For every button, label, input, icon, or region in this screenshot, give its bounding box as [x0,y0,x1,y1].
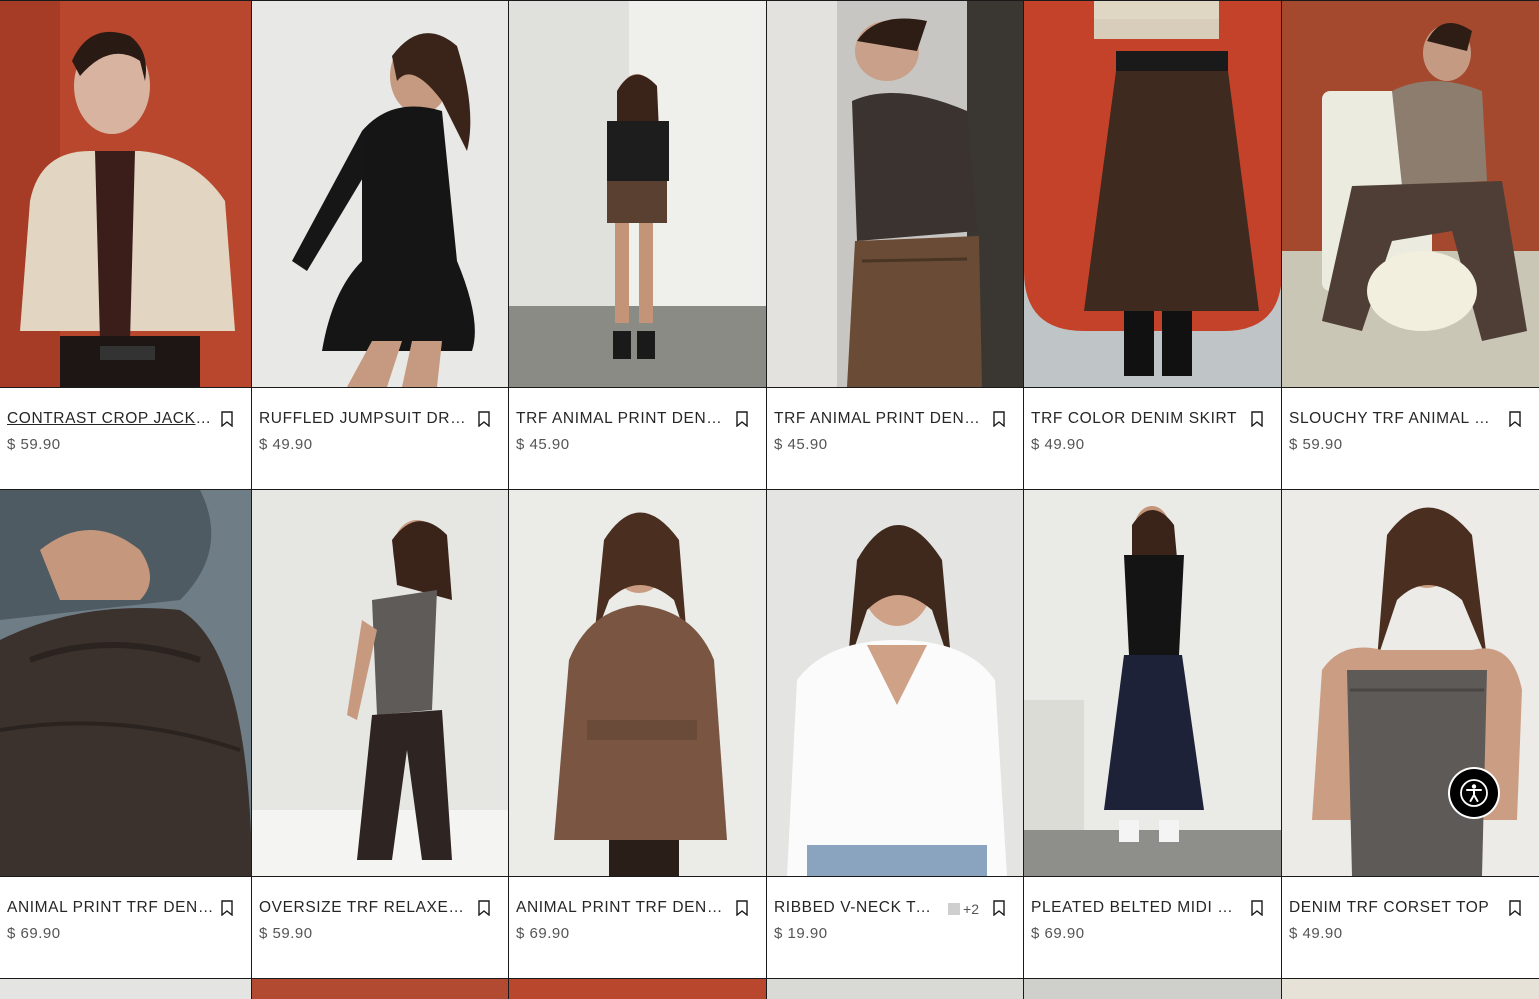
product-price: $ 49.90 [1289,925,1343,942]
bookmark-icon[interactable] [1251,900,1263,916]
product-card[interactable]: TRF ANIMAL PRINT DENIM SKIRT $ 45.90 [767,1,1024,490]
product-image[interactable] [252,490,508,876]
product-price: $ 69.90 [516,925,570,942]
bookmark-icon[interactable] [993,900,1005,916]
product-card[interactable]: CONTRAST CROP JACKET $ 59.90 [0,1,252,490]
product-image[interactable] [767,979,1024,999]
product-card[interactable]: DENIM TRF CORSET TOP $ 49.90 [1282,490,1539,979]
product-price: $ 69.90 [7,925,61,942]
more-colors-count: +2 [963,901,979,917]
product-image[interactable] [1282,490,1539,876]
product-image[interactable] [0,490,251,876]
product-name[interactable]: ANIMAL PRINT TRF DENIM JACKET [516,899,724,917]
product-image[interactable] [0,1,251,387]
product-image[interactable] [1024,490,1281,876]
product-card[interactable]: OVERSIZE TRF RELAXED JEANS $ 59.90 [252,490,509,979]
product-image[interactable] [252,979,509,999]
product-image[interactable] [509,979,767,999]
color-swatches[interactable]: +2 [948,901,979,917]
product-name[interactable]: OVERSIZE TRF RELAXED JEANS [259,899,467,917]
product-name[interactable]: TRF COLOR DENIM SKIRT [1031,410,1239,428]
product-image[interactable] [767,1,1023,387]
color-swatch[interactable] [948,903,961,915]
product-image[interactable] [509,490,766,876]
product-price: $ 45.90 [774,436,828,453]
bookmark-icon[interactable] [1251,411,1263,427]
product-price: $ 69.90 [1031,925,1085,942]
product-card[interactable]: ANIMAL PRINT TRF DENIM JACKET $ 69.90 [0,490,252,979]
product-price: $ 49.90 [259,436,313,453]
product-image[interactable] [1282,979,1539,999]
product-card[interactable]: PLEATED BELTED MIDI SKIRT $ 69.90 [1024,490,1282,979]
product-name[interactable]: SLOUCHY TRF ANIMAL PRINT JEANS [1289,410,1497,428]
product-card[interactable]: TRF ANIMAL PRINT DENIM TOP $ 45.90 [509,1,767,490]
product-name[interactable]: ANIMAL PRINT TRF DENIM JACKET [7,899,215,917]
product-image[interactable] [0,979,252,999]
product-name[interactable]: RUFFLED JUMPSUIT DRESS [259,410,467,428]
product-card[interactable]: SLOUCHY TRF ANIMAL PRINT JEANS $ 59.90 [1282,1,1539,490]
bookmark-icon[interactable] [478,900,490,916]
product-name[interactable]: TRF ANIMAL PRINT DENIM SKIRT [774,410,982,428]
bookmark-icon[interactable] [736,900,748,916]
product-name[interactable]: DENIM TRF CORSET TOP [1289,899,1497,917]
product-image[interactable] [1024,979,1282,999]
bookmark-icon[interactable] [1509,900,1521,916]
bookmark-icon[interactable] [478,411,490,427]
bookmark-icon[interactable] [1509,411,1521,427]
product-price: $ 59.90 [259,925,313,942]
product-card[interactable]: RIBBED V-NECK T-SHIRT $ 19.90 +2 [767,490,1024,979]
product-card[interactable]: RUFFLED JUMPSUIT DRESS $ 49.90 [252,1,509,490]
product-image[interactable] [252,1,508,387]
product-image[interactable] [509,1,766,387]
bookmark-icon[interactable] [221,900,233,916]
product-name[interactable]: RIBBED V-NECK T-SHIRT [774,899,936,917]
product-image[interactable] [1282,1,1539,387]
product-price: $ 49.90 [1031,436,1085,453]
bookmark-icon[interactable] [993,411,1005,427]
product-name[interactable]: CONTRAST CROP JACKET [7,410,215,428]
product-price: $ 19.90 [774,925,828,942]
product-card[interactable]: TRF COLOR DENIM SKIRT $ 49.90 [1024,1,1282,490]
product-grid: CONTRAST CROP JACKET $ 59.90 RUFFLED JUM… [0,0,1539,999]
product-card[interactable]: ANIMAL PRINT TRF DENIM JACKET $ 69.90 [509,490,767,979]
product-name[interactable]: PLEATED BELTED MIDI SKIRT [1031,899,1239,917]
accessibility-icon[interactable] [1450,769,1498,817]
product-image[interactable] [767,490,1023,876]
bookmark-icon[interactable] [221,411,233,427]
product-price: $ 59.90 [1289,436,1343,453]
product-price: $ 45.90 [516,436,570,453]
product-name[interactable]: TRF ANIMAL PRINT DENIM TOP [516,410,724,428]
product-price: $ 59.90 [7,436,61,453]
bookmark-icon[interactable] [736,411,748,427]
product-image[interactable] [1024,1,1281,387]
